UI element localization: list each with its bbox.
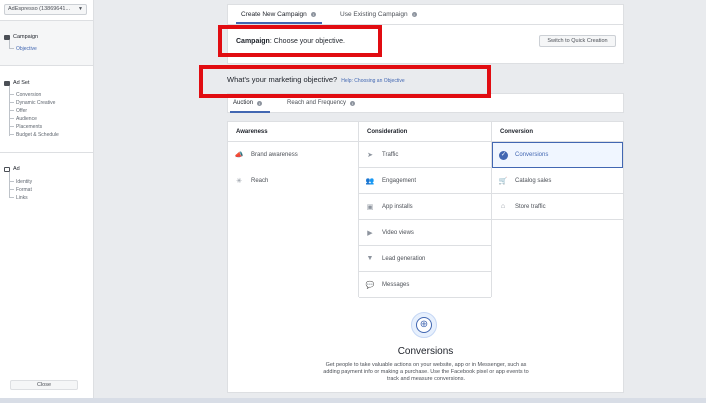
megaphone-icon: 📣 <box>234 152 244 159</box>
detail-title: Conversions <box>397 346 454 357</box>
sidebar-item-audience[interactable]: Audience <box>9 116 37 122</box>
option-lead-generation[interactable]: ▼ Lead generation <box>359 246 491 272</box>
option-reach[interactable]: ✳ Reach <box>228 168 358 194</box>
info-icon[interactable]: i <box>257 100 263 106</box>
tab-label: Use Existing Campaign <box>340 11 408 18</box>
video-icon: ▶ <box>367 229 373 237</box>
sidebar-campaign-block[interactable]: Campaign Objective <box>0 21 93 65</box>
folder-icon <box>4 34 10 40</box>
sidebar-item-label: Ad Set <box>13 80 30 86</box>
sidebar-item-dynamic-creative[interactable]: Dynamic Creative <box>9 100 55 106</box>
option-conversions[interactable]: ✓ Conversions <box>492 142 623 168</box>
sidebar: AdEspresso (13869641... ▼ Campaign Objec… <box>0 0 94 398</box>
engagement-icon: 👥 <box>365 177 375 185</box>
box-icon: ▣ <box>366 203 374 211</box>
column-title: Conversion <box>492 122 623 142</box>
highlight-box-objective <box>199 65 491 98</box>
cursor-icon: ➤ <box>367 151 373 159</box>
option-traffic[interactable]: ➤ Traffic <box>359 142 491 168</box>
sidebar-item-budget-schedule[interactable]: Budget & Schedule <box>9 132 59 138</box>
bottom-strip <box>0 398 706 403</box>
option-engagement[interactable]: 👥 Engagement <box>359 168 491 194</box>
sidebar-item-offer[interactable]: Offer <box>9 108 27 114</box>
switch-to-quick-creation-button[interactable]: Switch to Quick Creation <box>539 35 616 47</box>
funnel-icon: ▼ <box>366 255 374 262</box>
highlight-box-campaign <box>218 25 382 57</box>
option-messages[interactable]: 💬 Messages <box>359 272 491 298</box>
option-store-traffic[interactable]: ⌂ Store traffic <box>492 194 623 220</box>
option-brand-awareness[interactable]: 📣 Brand awareness <box>228 142 358 168</box>
tab-label: Auction <box>233 100 254 106</box>
column-consideration: Consideration ➤ Traffic 👥 Engagement ▣ A… <box>359 122 492 298</box>
option-label: Conversions <box>515 152 549 158</box>
column-awareness: Awareness 📣 Brand awareness ✳ Reach <box>228 122 359 297</box>
globe-icon: ⊕ <box>411 312 437 338</box>
option-label: Traffic <box>382 151 399 158</box>
sidebar-item-conversion[interactable]: Conversion <box>9 92 41 98</box>
store-icon: ⌂ <box>500 203 506 210</box>
option-label: Store traffic <box>515 203 546 210</box>
tab-reach-frequency[interactable]: Reach and Frequency i <box>287 100 356 106</box>
grid-icon <box>4 80 10 86</box>
globe-icon-inner: ⊕ <box>416 317 432 333</box>
column-title: Consideration <box>359 122 491 142</box>
sidebar-item-format[interactable]: Format <box>9 187 32 193</box>
option-label: App installs <box>382 203 413 210</box>
info-icon[interactable]: i <box>411 12 417 17</box>
option-catalog-sales[interactable]: 🛒 Catalog sales <box>492 168 623 194</box>
tab-use-existing-campaign[interactable]: Use Existing Campaign i <box>340 11 417 18</box>
option-label: Video views <box>382 229 414 236</box>
objective-grid: Awareness 📣 Brand awareness ✳ Reach Cons… <box>227 121 624 393</box>
option-label: Engagement <box>382 177 417 184</box>
reach-icon: ✳ <box>236 178 242 185</box>
option-label: Messages <box>382 281 410 288</box>
sidebar-item-adset[interactable]: Ad Set <box>4 80 30 86</box>
chevron-down-icon: ▼ <box>78 6 83 12</box>
option-label: Lead generation <box>382 255 426 262</box>
option-label: Reach <box>251 178 269 184</box>
tab-create-new-campaign[interactable]: Create New Campaign i <box>241 11 316 18</box>
chat-icon: 💬 <box>365 281 375 289</box>
sidebar-item-links[interactable]: Links <box>9 195 28 201</box>
info-icon[interactable]: i <box>350 100 356 106</box>
active-tab-indicator <box>230 111 270 113</box>
sidebar-item-placements[interactable]: Placements <box>9 124 42 130</box>
tab-label: Reach and Frequency <box>287 100 347 106</box>
column-title: Awareness <box>228 122 358 142</box>
option-video-views[interactable]: ▶ Video views <box>359 220 491 246</box>
ad-icon <box>4 166 10 172</box>
detail-description: Get people to take valuable actions on y… <box>323 362 529 382</box>
sidebar-item-label: Ad <box>13 166 20 172</box>
sidebar-item-label: Campaign <box>13 34 39 40</box>
divider <box>0 152 93 153</box>
info-icon[interactable]: i <box>310 12 316 17</box>
divider <box>0 65 93 66</box>
cart-icon: 🛒 <box>498 177 508 185</box>
sidebar-item-objective[interactable]: Objective <box>9 46 37 52</box>
close-button[interactable]: Close <box>10 380 78 390</box>
option-label: Catalog sales <box>515 177 552 184</box>
sidebar-item-identity[interactable]: Identity <box>9 179 32 185</box>
option-app-installs[interactable]: ▣ App installs <box>359 194 491 220</box>
sidebar-item-ad[interactable]: Ad <box>4 166 20 172</box>
account-name: AdEspresso (13869641... <box>8 6 71 12</box>
tab-auction[interactable]: Auction i <box>233 100 263 106</box>
option-label: Brand awareness <box>251 152 298 158</box>
check-icon: ✓ <box>499 150 508 160</box>
tab-label: Create New Campaign <box>241 11 307 18</box>
column-conversion: Conversion ✓ Conversions 🛒 Catalog sales… <box>492 122 623 297</box>
account-selector[interactable]: AdEspresso (13869641... ▼ <box>4 4 87 15</box>
